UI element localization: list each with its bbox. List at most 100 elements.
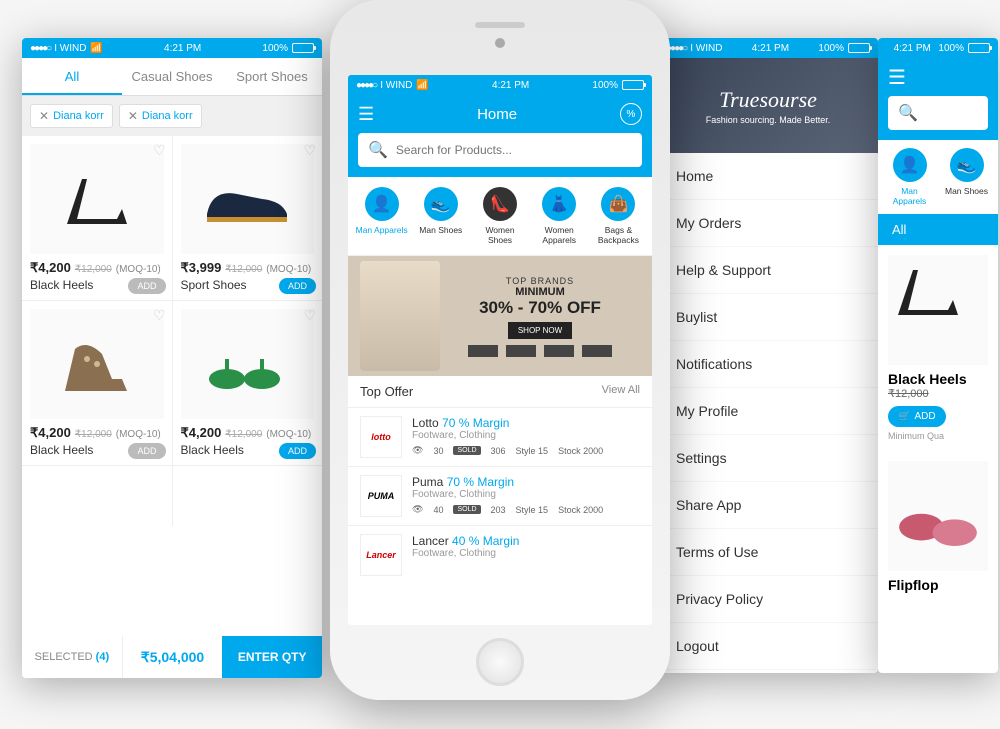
menu-item-privacy[interactable]: Privacy Policy <box>658 576 878 623</box>
eye-icon: 👁 <box>412 445 423 456</box>
shop-now-button[interactable]: SHOP NOW <box>508 322 572 339</box>
category-man-shoes[interactable]: 👟Man Shoes <box>943 148 990 206</box>
iphone-device-frame: ●●●●○I WIND 📶 4:21 PM 100% ☰ Home % 🔍 👤M… <box>330 0 670 700</box>
person-icon: 👤 <box>365 187 399 221</box>
menu-item-notifications[interactable]: Notifications <box>658 341 878 388</box>
brand-logos <box>440 345 640 357</box>
brand-logo: Truesourse <box>719 87 817 113</box>
product-card[interactable] <box>22 466 172 526</box>
offer-subtitle: Footware, Clothing <box>412 430 640 441</box>
close-icon[interactable]: ✕ <box>128 109 138 123</box>
selected-count: SELECTED (4) <box>22 636 122 678</box>
section-header: Top Offer View All <box>348 376 652 407</box>
filter-chips: ✕Diana korr ✕Diana korr <box>22 96 322 136</box>
menu-item-settings[interactable]: Settings <box>658 435 878 482</box>
heart-icon[interactable]: ♡ <box>303 307 316 324</box>
heart-icon[interactable]: ♡ <box>153 307 166 324</box>
app-header: ☰ <box>878 58 998 96</box>
eye-icon: 👁 <box>412 504 423 515</box>
add-button[interactable]: ADD <box>279 278 316 294</box>
product-card[interactable]: ♡ ₹4,200₹12,000(MOQ-10) Black Heels ADD <box>22 301 172 465</box>
search-input[interactable]: 🔍 <box>358 133 642 167</box>
banner-model-image <box>360 261 440 371</box>
category-man-apparels[interactable]: 👤Man Apparels <box>886 148 933 206</box>
product-grid: ♡ ₹4,200₹12,000(MOQ-10) Black Heels ADD … <box>22 136 322 526</box>
offer-subtitle: Footware, Clothing <box>412 489 640 500</box>
category-tabs: All Casual Shoes Sport Shoes <box>22 58 322 96</box>
heel-icon: 👠 <box>483 187 517 221</box>
add-button[interactable]: ADD <box>279 443 316 459</box>
hamburger-icon[interactable]: ☰ <box>888 65 906 90</box>
view-all-link[interactable]: View All <box>602 384 640 399</box>
category-bags[interactable]: 👜Bags & Backpacks <box>591 187 646 245</box>
cart-icon: 🛒 <box>898 411 910 422</box>
shoe-icon: 👟 <box>424 187 458 221</box>
heart-icon[interactable]: ♡ <box>153 142 166 159</box>
bottom-bar: SELECTED (4) ₹5,04,000 ENTER QTY <box>22 636 322 678</box>
menu-screen: ●●●●○I WIND 4:21 PM 100% Truesourse Fash… <box>658 38 878 673</box>
tab-all[interactable]: All <box>22 58 122 95</box>
filter-chip[interactable]: ✕Diana korr <box>30 104 113 128</box>
menu-item-help[interactable]: Help & Support <box>658 247 878 294</box>
tab-sport[interactable]: Sport Shoes <box>222 58 322 95</box>
menu-item-terms[interactable]: Terms of Use <box>658 529 878 576</box>
product-card[interactable]: ♡ ₹4,200₹12,000(MOQ-10) Black Heels ADD <box>173 301 323 465</box>
product-name: Black Heels <box>888 371 988 387</box>
cart-icon[interactable]: % <box>620 103 642 125</box>
brand-logo: lotto <box>360 416 402 458</box>
shoe-icon: 👟 <box>950 148 984 182</box>
status-bar: 4:21 PM 100% <box>878 38 998 58</box>
add-button[interactable]: ADD <box>128 278 165 294</box>
product-image <box>181 144 315 254</box>
menu-item-logout[interactable]: Logout <box>658 623 878 670</box>
hamburger-icon[interactable]: ☰ <box>358 104 374 125</box>
add-button[interactable]: ADD <box>128 443 165 459</box>
offer-row[interactable]: lotto Lotto 70 % Margin Footware, Clothi… <box>348 407 652 466</box>
product-image <box>30 144 164 254</box>
category-women-shoes[interactable]: 👠Women Shoes <box>472 187 527 245</box>
category-man-apparels[interactable]: 👤Man Apparels <box>354 187 409 245</box>
product-card[interactable] <box>173 466 323 526</box>
home-button[interactable] <box>476 638 524 686</box>
menu-item-orders[interactable]: My Orders <box>658 200 878 247</box>
product-image <box>30 309 164 419</box>
offer-row[interactable]: PUMA Puma 70 % Margin Footware, Clothing… <box>348 466 652 525</box>
menu-item-home[interactable]: Home <box>658 153 878 200</box>
dress-icon: 👗 <box>542 187 576 221</box>
menu-list: Home My Orders Help & Support Buylist No… <box>658 153 878 670</box>
category-man-shoes[interactable]: 👟Man Shoes <box>413 187 468 245</box>
offer-row[interactable]: Lancer Lancer 40 % Margin Footware, Clot… <box>348 525 652 584</box>
person-icon: 👤 <box>893 148 927 182</box>
brand-tagline: Fashion sourcing. Made Better. <box>706 115 831 125</box>
product-grid-screen: ●●●●○I WIND 📶 4:21 PM 100% All Casual Sh… <box>22 38 322 678</box>
product-card[interactable]: ♡ ₹4,200₹12,000(MOQ-10) Black Heels ADD <box>22 136 172 300</box>
status-bar: ●●●●○I WIND 📶 4:21 PM 100% <box>348 75 652 95</box>
search-input[interactable]: 🔍 <box>888 96 988 130</box>
menu-item-profile[interactable]: My Profile <box>658 388 878 435</box>
enter-qty-button[interactable]: ENTER QTY <box>222 636 322 678</box>
sold-badge: SOLD <box>453 505 480 514</box>
page-title: Home <box>477 106 517 123</box>
product-image <box>181 309 315 419</box>
banner-title: 30% - 70% OFF <box>440 298 640 318</box>
tab-all[interactable]: All <box>878 214 998 245</box>
add-to-cart-button[interactable]: 🛒ADD <box>888 406 946 427</box>
menu-item-share[interactable]: Share App <box>658 482 878 529</box>
brand-logo: PUMA <box>360 475 402 517</box>
search-field[interactable] <box>396 143 632 157</box>
offer-subtitle: Footware, Clothing <box>412 548 640 559</box>
menu-header: Truesourse Fashion sourcing. Made Better… <box>658 58 878 153</box>
promo-banner[interactable]: TOP BRANDS MINIMUM 30% - 70% OFF SHOP NO… <box>348 256 652 376</box>
filter-chip[interactable]: ✕Diana korr <box>119 104 202 128</box>
sold-badge: SOLD <box>453 446 480 455</box>
tab-casual[interactable]: Casual Shoes <box>122 58 222 95</box>
status-bar: ●●●●○I WIND 📶 4:21 PM 100% <box>22 38 322 58</box>
menu-item-buylist[interactable]: Buylist <box>658 294 878 341</box>
category-women-apparels[interactable]: 👗Women Apparels <box>532 187 587 245</box>
product-card[interactable]: Flipflop <box>878 451 998 603</box>
product-card[interactable]: Black Heels ₹12,000 🛒ADD Minimum Qua <box>878 245 998 451</box>
bag-icon: 👜 <box>601 187 635 221</box>
heart-icon[interactable]: ♡ <box>303 142 316 159</box>
product-card[interactable]: ♡ ₹3,999₹12,000(MOQ-10) Sport Shoes ADD <box>173 136 323 300</box>
close-icon[interactable]: ✕ <box>39 109 49 123</box>
